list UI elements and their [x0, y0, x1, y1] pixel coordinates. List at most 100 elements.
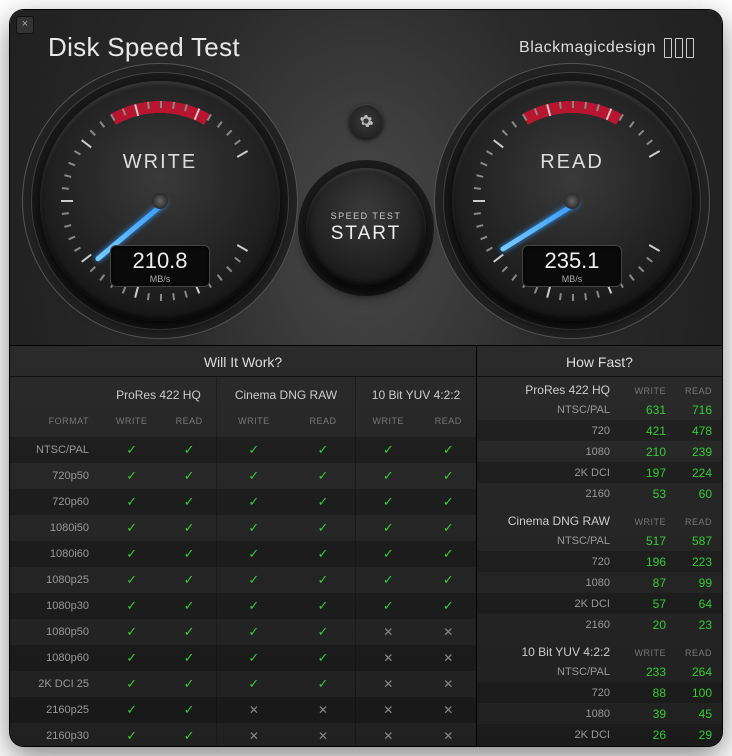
write-fps: 233 [620, 665, 666, 679]
check-icon: ✓ [101, 515, 162, 541]
check-icon: ✓ [291, 671, 356, 697]
table-row: 720p50✓✓✓✓✓✓ [10, 463, 476, 489]
read-fps: 60 [666, 487, 712, 501]
how-fast-row: 720421478 [477, 420, 722, 441]
check-icon: ✓ [216, 619, 291, 645]
cross-icon: ✕ [356, 697, 421, 723]
table-row: 1080i50✓✓✓✓✓✓ [10, 515, 476, 541]
cross-icon: ✕ [356, 671, 421, 697]
write-fps: 197 [620, 466, 666, 480]
how-fast-row: NTSC/PAL517587 [477, 530, 722, 551]
codec-name: 10 Bit YUV 4:2:2 [487, 645, 620, 659]
table-row: NTSC/PAL✓✓✓✓✓✓ [10, 437, 476, 463]
write-fps: 39 [620, 707, 666, 721]
check-icon: ✓ [216, 515, 291, 541]
write-fps: 26 [620, 728, 666, 742]
check-icon: ✓ [421, 541, 476, 567]
read-fps: 478 [666, 424, 712, 438]
results-tables: Will It Work? ProRes 422 HQCinema DNG RA… [10, 345, 722, 746]
check-icon: ✓ [162, 723, 216, 746]
cross-icon: ✕ [421, 723, 476, 746]
how-fast-row: 2K DCI5764 [477, 593, 722, 614]
cross-icon: ✕ [421, 619, 476, 645]
check-icon: ✓ [216, 489, 291, 515]
check-icon: ✓ [216, 463, 291, 489]
check-icon: ✓ [162, 567, 216, 593]
check-icon: ✓ [291, 515, 356, 541]
check-icon: ✓ [216, 541, 291, 567]
check-icon: ✓ [356, 463, 421, 489]
format-label: 2K DCI [487, 598, 620, 610]
how-fast-group: ProRes 422 HQWRITEREADNTSC/PAL6317167204… [477, 377, 722, 508]
format-label: 2160 [487, 619, 620, 631]
brand-logo-icon [664, 38, 694, 58]
format-label: 2160 [487, 488, 620, 500]
write-unit: MB/s [125, 274, 195, 284]
write-fps: 88 [620, 686, 666, 700]
check-icon: ✓ [291, 645, 356, 671]
will-it-work-panel: Will It Work? ProRes 422 HQCinema DNG RA… [10, 346, 477, 746]
format-label: 2K DCI [487, 467, 620, 479]
check-icon: ✓ [162, 541, 216, 567]
write-fps: 57 [620, 597, 666, 611]
check-icon: ✓ [101, 437, 162, 463]
read-fps: 29 [666, 728, 712, 742]
check-icon: ✓ [356, 515, 421, 541]
check-icon: ✓ [216, 437, 291, 463]
how-fast-row: 10808799 [477, 572, 722, 593]
check-icon: ✓ [162, 671, 216, 697]
cross-icon: ✕ [216, 723, 291, 746]
format-label: 1080p50 [10, 619, 101, 645]
how-fast-title: How Fast? [477, 346, 722, 377]
read-fps: 716 [666, 403, 712, 417]
check-icon: ✓ [162, 619, 216, 645]
close-button[interactable]: × [16, 16, 34, 34]
write-value: 210.8 [125, 250, 195, 272]
check-icon: ✓ [356, 489, 421, 515]
read-fps: 64 [666, 597, 712, 611]
codec-name: Cinema DNG RAW [487, 514, 620, 528]
check-icon: ✓ [356, 437, 421, 463]
check-icon: ✓ [101, 463, 162, 489]
header: Disk Speed Test Blackmagicdesign [10, 10, 722, 63]
write-fps: 20 [620, 618, 666, 632]
cross-icon: ✕ [356, 619, 421, 645]
check-icon: ✓ [291, 489, 356, 515]
settings-button[interactable] [349, 104, 383, 138]
how-fast-row: NTSC/PAL631716 [477, 399, 722, 420]
check-icon: ✓ [101, 541, 162, 567]
check-icon: ✓ [101, 723, 162, 746]
check-icon: ✓ [421, 489, 476, 515]
table-row: 1080p30✓✓✓✓✓✓ [10, 593, 476, 619]
table-row: 2K DCI 25✓✓✓✓✕✕ [10, 671, 476, 697]
start-button-small: SPEED TEST [331, 211, 402, 221]
format-label: 1080p30 [10, 593, 101, 619]
format-label: 2160p30 [10, 723, 101, 746]
disk-speed-test-window: × Disk Speed Test Blackmagicdesign WRITE… [10, 10, 722, 746]
format-label: 720 [487, 687, 620, 699]
read-fps: 100 [666, 686, 712, 700]
read-readout: 235.1 MB/s [522, 245, 622, 287]
format-label: 2160p25 [10, 697, 101, 723]
read-fps: 224 [666, 466, 712, 480]
read-fps: 587 [666, 534, 712, 548]
table-row: 2160p25✓✓✕✕✕✕ [10, 697, 476, 723]
read-gauge-label: READ [452, 151, 692, 174]
how-fast-row: 2K DCI197224 [477, 462, 722, 483]
how-fast-row: 720196223 [477, 551, 722, 572]
check-icon: ✓ [162, 489, 216, 515]
read-value: 235.1 [537, 250, 607, 272]
check-icon: ✓ [162, 645, 216, 671]
write-fps: 210 [620, 445, 666, 459]
check-icon: ✓ [421, 463, 476, 489]
check-icon: ✓ [162, 437, 216, 463]
write-readout: 210.8 MB/s [110, 245, 210, 287]
check-icon: ✓ [291, 541, 356, 567]
check-icon: ✓ [356, 593, 421, 619]
format-label: 720 [487, 425, 620, 437]
start-button[interactable]: SPEED TEST START [306, 168, 426, 288]
format-label: 1080i50 [10, 515, 101, 541]
check-icon: ✓ [101, 489, 162, 515]
table-row: 1080p60✓✓✓✓✕✕ [10, 645, 476, 671]
write-fps: 53 [620, 487, 666, 501]
